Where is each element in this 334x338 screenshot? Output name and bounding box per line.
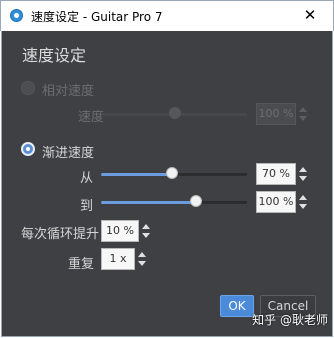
to-slider-handle[interactable] (190, 195, 202, 207)
increase-per-loop-stepper[interactable]: 10 % (101, 220, 152, 242)
decrement-arrow-icon[interactable] (299, 204, 307, 209)
increment-arrow-icon[interactable] (299, 167, 307, 172)
to-slider-fill (101, 201, 196, 204)
decrement-arrow-icon[interactable] (142, 233, 150, 238)
from-slider-fill (101, 173, 172, 176)
speed-settings-dialog: 速度设定 相对速度 速度 100 % 渐进速度 从 70 % 到 100 % 每… (1, 31, 333, 337)
relative-speed-value[interactable]: 100 % (256, 103, 296, 125)
increase-per-loop-label: 每次循环提升 (21, 227, 100, 242)
dialog-heading: 速度设定 (22, 46, 87, 65)
stepper-arrows[interactable] (135, 248, 148, 270)
relative-speed-radio[interactable] (21, 81, 35, 95)
from-stepper[interactable]: 70 % (256, 163, 309, 185)
relative-speed-stepper[interactable]: 100 % (256, 103, 309, 125)
from-slider-handle[interactable] (166, 167, 178, 179)
increase-per-loop-value[interactable]: 10 % (101, 220, 139, 242)
close-icon[interactable]: ✕ (297, 6, 323, 24)
progressive-speed-label: 渐进速度 (42, 146, 95, 161)
repeat-stepper[interactable]: 1 x (101, 248, 148, 270)
window-title: 速度设定 - Guitar Pro 7 (31, 10, 163, 24)
window-titlebar: 速度设定 - Guitar Pro 7 ✕ (0, 0, 334, 31)
stepper-arrows[interactable] (296, 103, 309, 125)
repeat-value[interactable]: 1 x (101, 248, 135, 270)
decrement-arrow-icon[interactable] (299, 176, 307, 181)
decrement-arrow-icon[interactable] (299, 116, 307, 121)
repeat-label: 重复 (68, 257, 95, 272)
increment-arrow-icon[interactable] (138, 252, 146, 257)
relative-speed-field-label: 速度 (78, 110, 105, 125)
watermark: 知乎 @耿老师 (252, 313, 328, 327)
increment-arrow-icon[interactable] (142, 224, 150, 229)
to-stepper[interactable]: 100 % (256, 191, 309, 213)
increment-arrow-icon[interactable] (299, 195, 307, 200)
from-label: 从 (80, 171, 94, 186)
stepper-arrows[interactable] (296, 163, 309, 185)
decrement-arrow-icon[interactable] (138, 261, 146, 266)
stepper-arrows[interactable] (296, 191, 309, 213)
from-value[interactable]: 70 % (256, 163, 296, 185)
guitar-pro-app-icon (10, 9, 23, 22)
progressive-speed-radio[interactable] (21, 142, 35, 156)
to-slider-track[interactable] (101, 201, 247, 204)
stepper-arrows[interactable] (139, 220, 152, 242)
to-value[interactable]: 100 % (256, 191, 296, 213)
relative-speed-slider-handle[interactable] (169, 107, 181, 119)
ok-button[interactable]: OK (220, 295, 254, 317)
to-label: 到 (80, 199, 94, 214)
increment-arrow-icon[interactable] (299, 107, 307, 112)
relative-speed-label: 相对速度 (42, 84, 95, 99)
